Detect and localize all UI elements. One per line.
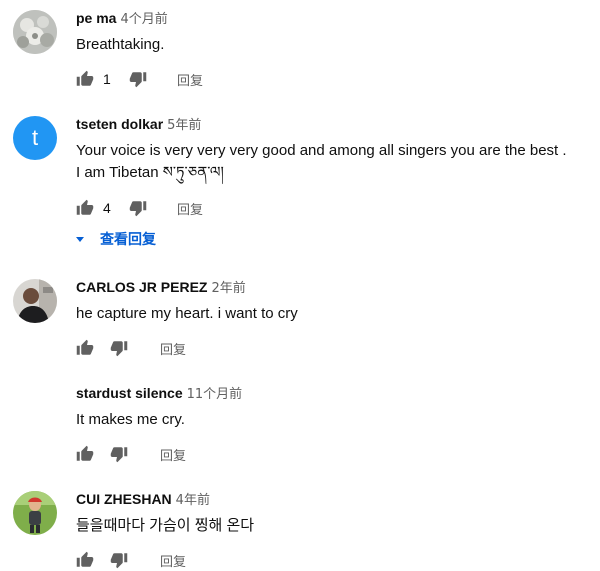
- author-name[interactable]: CUI ZHESHAN: [76, 491, 172, 507]
- thumbs-down-icon: [129, 201, 147, 217]
- comment-text-line: he capture my heart. i want to cry: [76, 305, 298, 322]
- comment-text-line: It makes me cry.: [76, 411, 185, 428]
- thumbs-up-icon: [76, 445, 94, 461]
- comment-text-line: I am Tibetan ས་ཏུ་ཅན་ལ།: [76, 164, 224, 181]
- like-count: 4: [103, 200, 111, 216]
- dislike-button[interactable]: [129, 198, 147, 218]
- thumbs-down-icon: [110, 447, 128, 463]
- comment-header: pe ma 4个月前: [76, 8, 168, 30]
- timestamp[interactable]: 2年前: [211, 281, 245, 296]
- dislike-button[interactable]: [110, 444, 128, 464]
- comment-text-line: Your voice is very very very good and am…: [76, 142, 567, 159]
- comment-text: 들을때마다 가슴이 찡해 온다: [76, 515, 596, 537]
- child-photo-avatar-icon: [13, 491, 57, 535]
- comment-text: Your voice is very very very good and am…: [76, 140, 596, 184]
- comment-text: Breathtaking.: [76, 34, 596, 56]
- author-name[interactable]: stardust silence: [76, 385, 183, 401]
- view-replies-label: 查看回复: [100, 232, 156, 248]
- caret-down-icon: [76, 236, 84, 242]
- avatar-letter: t: [31, 125, 39, 150]
- thumbs-up-icon: [76, 339, 94, 355]
- avatar[interactable]: t: [13, 116, 57, 160]
- author-name[interactable]: pe ma: [76, 10, 116, 26]
- avatar[interactable]: [13, 10, 57, 54]
- timestamp[interactable]: 5年前: [167, 118, 201, 133]
- reply-button[interactable]: 回复: [160, 550, 186, 570]
- author-name[interactable]: tseten dolkar: [76, 116, 163, 132]
- comment-actions: 回复: [76, 550, 276, 570]
- comment-actions: 回复: [76, 338, 276, 358]
- comment-actions: 1 回复: [76, 69, 276, 89]
- dislike-button[interactable]: [110, 550, 128, 570]
- like-button[interactable]: [76, 69, 94, 89]
- comment-text-line: Breathtaking.: [76, 36, 165, 53]
- author-name[interactable]: CARLOS JR PEREZ: [76, 279, 207, 295]
- like-button[interactable]: [76, 444, 94, 464]
- avatar[interactable]: [13, 279, 57, 323]
- reply-button[interactable]: 回复: [177, 198, 203, 218]
- dislike-button[interactable]: [110, 338, 128, 358]
- dislike-button[interactable]: [129, 69, 147, 89]
- like-count: 1: [103, 71, 111, 87]
- avatar[interactable]: [13, 491, 57, 535]
- comment-text: he capture my heart. i want to cry: [76, 303, 596, 325]
- like-button[interactable]: [76, 338, 94, 358]
- reply-button[interactable]: 回复: [177, 69, 203, 89]
- timestamp[interactable]: 11个月前: [187, 387, 243, 402]
- comment-header: CARLOS JR PEREZ 2年前: [76, 277, 246, 299]
- reply-button[interactable]: 回复: [160, 444, 186, 464]
- comment-header: stardust silence 11个月前: [76, 383, 242, 405]
- comment-text: It makes me cry.: [76, 409, 596, 431]
- comment-actions: 4 回复: [76, 198, 276, 218]
- timestamp[interactable]: 4年前: [176, 493, 210, 508]
- comment-header: tseten dolkar 5年前: [76, 114, 201, 136]
- view-replies-button[interactable]: 查看回复: [76, 229, 156, 249]
- thumbs-up-icon: [76, 199, 94, 215]
- thumbs-down-icon: [110, 553, 128, 569]
- comment-text-line: 들을때마다 가슴이 찡해 온다: [76, 517, 255, 534]
- comment-actions: 回复: [76, 444, 276, 464]
- like-button[interactable]: [76, 198, 94, 218]
- thumbs-down-icon: [110, 341, 128, 357]
- reply-button[interactable]: 回复: [160, 338, 186, 358]
- comment-header: CUI ZHESHAN 4年前: [76, 489, 210, 511]
- thumbs-up-icon: [76, 551, 94, 567]
- thumbs-up-icon: [76, 70, 94, 86]
- thumbs-down-icon: [129, 72, 147, 88]
- like-button[interactable]: [76, 550, 94, 570]
- flower-photo-avatar-icon: [13, 10, 57, 54]
- man-portrait-avatar-icon: [13, 279, 57, 323]
- timestamp[interactable]: 4个月前: [120, 12, 167, 27]
